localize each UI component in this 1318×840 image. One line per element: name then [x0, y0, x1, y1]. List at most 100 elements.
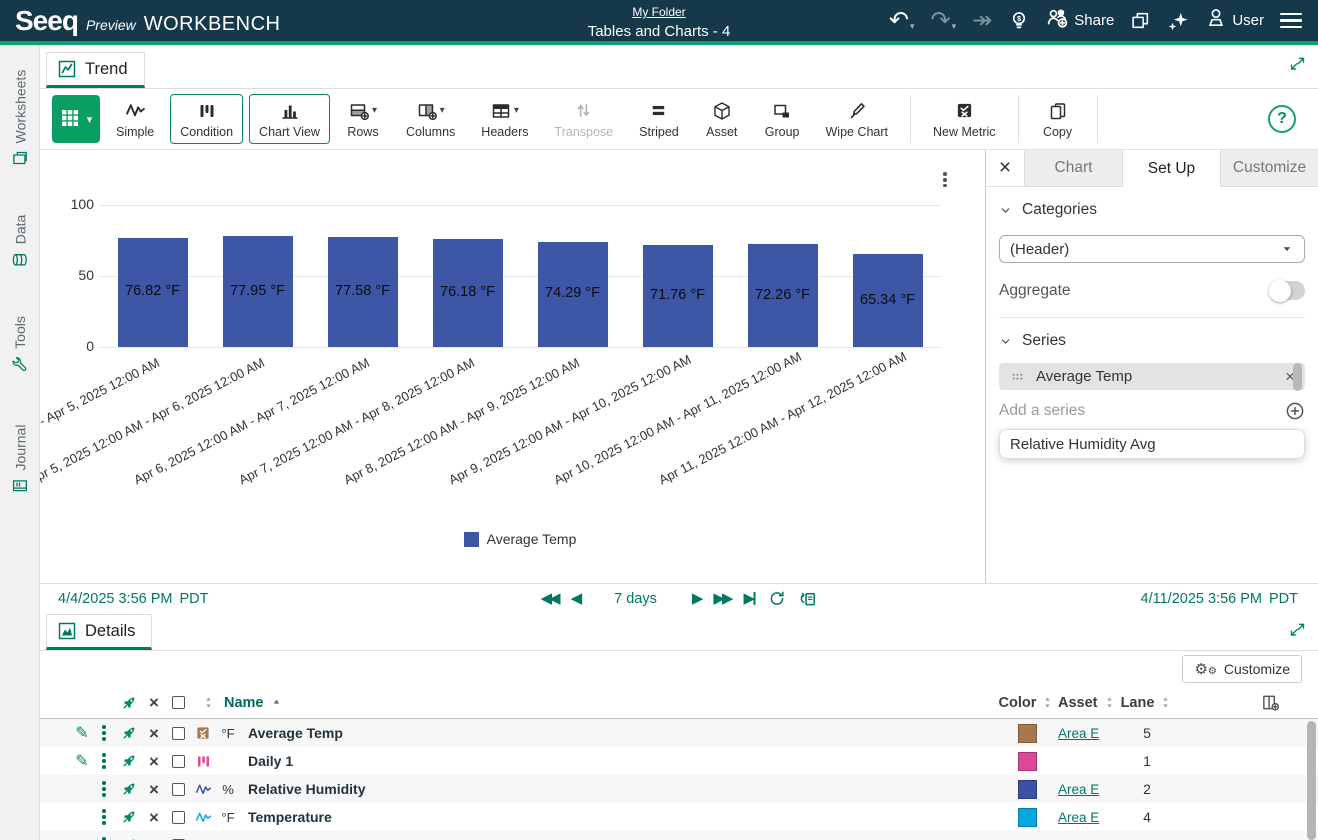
- step-forward-button[interactable]: ▶: [692, 591, 701, 606]
- sidebar-item-data[interactable]: Data: [0, 205, 39, 277]
- upgrade-bulb-icon[interactable]: $: [1008, 10, 1030, 32]
- toolbar-button-rows[interactable]: ▾Rows: [336, 94, 390, 144]
- series-scrollbar-thumb[interactable]: [1293, 363, 1302, 391]
- sort-icon[interactable]: [1102, 695, 1117, 710]
- series-suggestion[interactable]: Relative Humidity Avg: [999, 429, 1305, 459]
- select-all-checkbox[interactable]: [172, 696, 185, 709]
- row-checkbox[interactable]: [172, 783, 185, 796]
- user-menu[interactable]: User: [1205, 7, 1264, 34]
- asset-link[interactable]: Area E: [1058, 782, 1099, 797]
- table-row-partial[interactable]: ×: [40, 831, 1318, 840]
- hamburger-menu[interactable]: [1280, 9, 1302, 33]
- tab-chart[interactable]: Chart: [1024, 150, 1122, 187]
- tab-details[interactable]: Details: [46, 614, 152, 650]
- edit-pencil-icon[interactable]: ✎: [75, 723, 88, 743]
- details-scrollbar-thumb[interactable]: [1307, 721, 1316, 840]
- remove-item-icon[interactable]: ×: [149, 837, 159, 840]
- sidebar-item-tools[interactable]: Tools: [0, 307, 39, 381]
- redo-all-button[interactable]: ↠: [972, 10, 992, 32]
- rocket-icon[interactable]: [120, 724, 138, 742]
- rocket-icon[interactable]: [120, 694, 138, 712]
- toolbar-button-columns[interactable]: ▾Columns: [396, 94, 465, 144]
- sort-icon[interactable]: [1040, 695, 1055, 710]
- color-swatch[interactable]: [1018, 808, 1037, 827]
- sort-icon[interactable]: [201, 695, 216, 710]
- edit-pencil-icon[interactable]: ✎: [75, 751, 88, 771]
- toolbar-button-condition[interactable]: Condition: [170, 94, 243, 144]
- range-duration[interactable]: 7 days: [614, 591, 657, 607]
- row-checkbox[interactable]: [172, 811, 185, 824]
- sort-icon[interactable]: [1158, 695, 1173, 710]
- color-swatch[interactable]: [1018, 780, 1037, 799]
- color-swatch[interactable]: [1018, 724, 1037, 743]
- add-series-plus-icon[interactable]: [1285, 401, 1305, 421]
- toolbar-button-simple[interactable]: Simple: [106, 94, 164, 144]
- series-section-header[interactable]: Series: [999, 332, 1305, 350]
- column-header-lane[interactable]: Lane: [1121, 695, 1155, 711]
- remove-item-icon[interactable]: ×: [149, 809, 159, 826]
- expand-details-icon[interactable]: [1289, 621, 1306, 638]
- toolbar-button-chart-view[interactable]: Chart View: [249, 94, 330, 144]
- header-dropdown[interactable]: (Header): [999, 235, 1305, 263]
- row-kebab-menu[interactable]: [102, 779, 106, 799]
- sidebar-item-journal[interactable]: Journal: [0, 413, 39, 505]
- remove-item-icon[interactable]: ×: [149, 753, 159, 770]
- legend-item[interactable]: Average Temp: [464, 531, 577, 547]
- row-kebab-menu[interactable]: [102, 751, 106, 771]
- customize-button[interactable]: ⚙⚙ Customize: [1182, 655, 1302, 683]
- help-button[interactable]: ?: [1268, 105, 1296, 133]
- table-row-relative-humidity[interactable]: ×%Relative HumidityArea E2: [40, 775, 1318, 803]
- toolbar-button-copy[interactable]: Copy: [1031, 94, 1085, 144]
- undo-button[interactable]: ↶▾: [889, 10, 915, 32]
- share-button[interactable]: Share: [1046, 7, 1114, 35]
- table-row-average-temp[interactable]: ✎×°FAverage TempArea E5: [40, 719, 1318, 747]
- row-checkbox[interactable]: [172, 727, 185, 740]
- step-to-end-button[interactable]: ▶: [743, 591, 755, 606]
- row-kebab-menu[interactable]: [102, 807, 106, 827]
- row-checkbox[interactable]: [172, 755, 185, 768]
- asset-link[interactable]: Area E: [1058, 810, 1099, 825]
- sidebar-item-worksheets[interactable]: Worksheets: [0, 59, 39, 177]
- remove-item-icon[interactable]: ×: [149, 725, 159, 742]
- refresh-button[interactable]: [769, 590, 786, 607]
- copy-range-button[interactable]: [799, 589, 818, 608]
- duplicate-worksheet-icon[interactable]: [1130, 10, 1151, 31]
- ai-sparkles-icon[interactable]: [1167, 10, 1189, 32]
- rocket-icon[interactable]: [120, 752, 138, 770]
- step-forward-fast-button[interactable]: ▶▶: [713, 591, 730, 606]
- table-row-daily-1[interactable]: ✎×Daily 11: [40, 747, 1318, 775]
- step-back-button[interactable]: ◀: [571, 591, 580, 606]
- redo-button[interactable]: ↷▾: [931, 10, 957, 32]
- column-header-color[interactable]: Color: [999, 695, 1037, 711]
- series-item[interactable]: Average Temp ×: [999, 363, 1305, 390]
- table-row-temperature[interactable]: ×°FTemperatureArea E4: [40, 803, 1318, 831]
- toolbar-button-group[interactable]: Group: [755, 94, 810, 144]
- step-back-fast-button[interactable]: ◀◀: [540, 591, 557, 606]
- toolbar-button-asset[interactable]: Asset: [695, 94, 749, 144]
- add-column-icon[interactable]: [1261, 693, 1280, 712]
- row-kebab-menu[interactable]: [102, 835, 106, 840]
- toolbar-button-wipe-chart[interactable]: Wipe Chart: [816, 94, 899, 144]
- view-selector-button[interactable]: ▾: [52, 95, 100, 143]
- range-start[interactable]: 4/4/2025 3:56 PMPDT: [58, 591, 208, 607]
- breadcrumb-my-folder[interactable]: My Folder: [632, 5, 685, 19]
- color-swatch[interactable]: [1018, 752, 1037, 771]
- tab-set-up[interactable]: Set Up: [1122, 150, 1220, 187]
- aggregate-toggle[interactable]: [1269, 281, 1305, 300]
- range-end[interactable]: 4/11/2025 3:56 PMPDT: [1141, 591, 1298, 607]
- seeq-logo[interactable]: Seeq Preview WORKBENCH: [15, 5, 280, 37]
- expand-trend-icon[interactable]: [1289, 55, 1306, 72]
- close-panel-icon[interactable]: ×: [986, 150, 1024, 187]
- rocket-icon[interactable]: [120, 808, 138, 826]
- remove-item-icon[interactable]: ×: [149, 781, 159, 798]
- asset-link[interactable]: Area E: [1058, 726, 1099, 741]
- remove-all-icon[interactable]: ×: [149, 694, 159, 711]
- toolbar-button-new-metric[interactable]: New Metric: [923, 94, 1006, 144]
- toolbar-button-striped[interactable]: Striped: [629, 94, 689, 144]
- toolbar-button-headers[interactable]: ▾Headers: [471, 94, 538, 144]
- rocket-icon[interactable]: [120, 836, 138, 840]
- drag-handle-icon[interactable]: [1009, 368, 1026, 385]
- column-header-name[interactable]: Name: [224, 695, 264, 711]
- column-header-asset[interactable]: Asset: [1058, 695, 1098, 711]
- categories-section-header[interactable]: Categories: [999, 201, 1305, 219]
